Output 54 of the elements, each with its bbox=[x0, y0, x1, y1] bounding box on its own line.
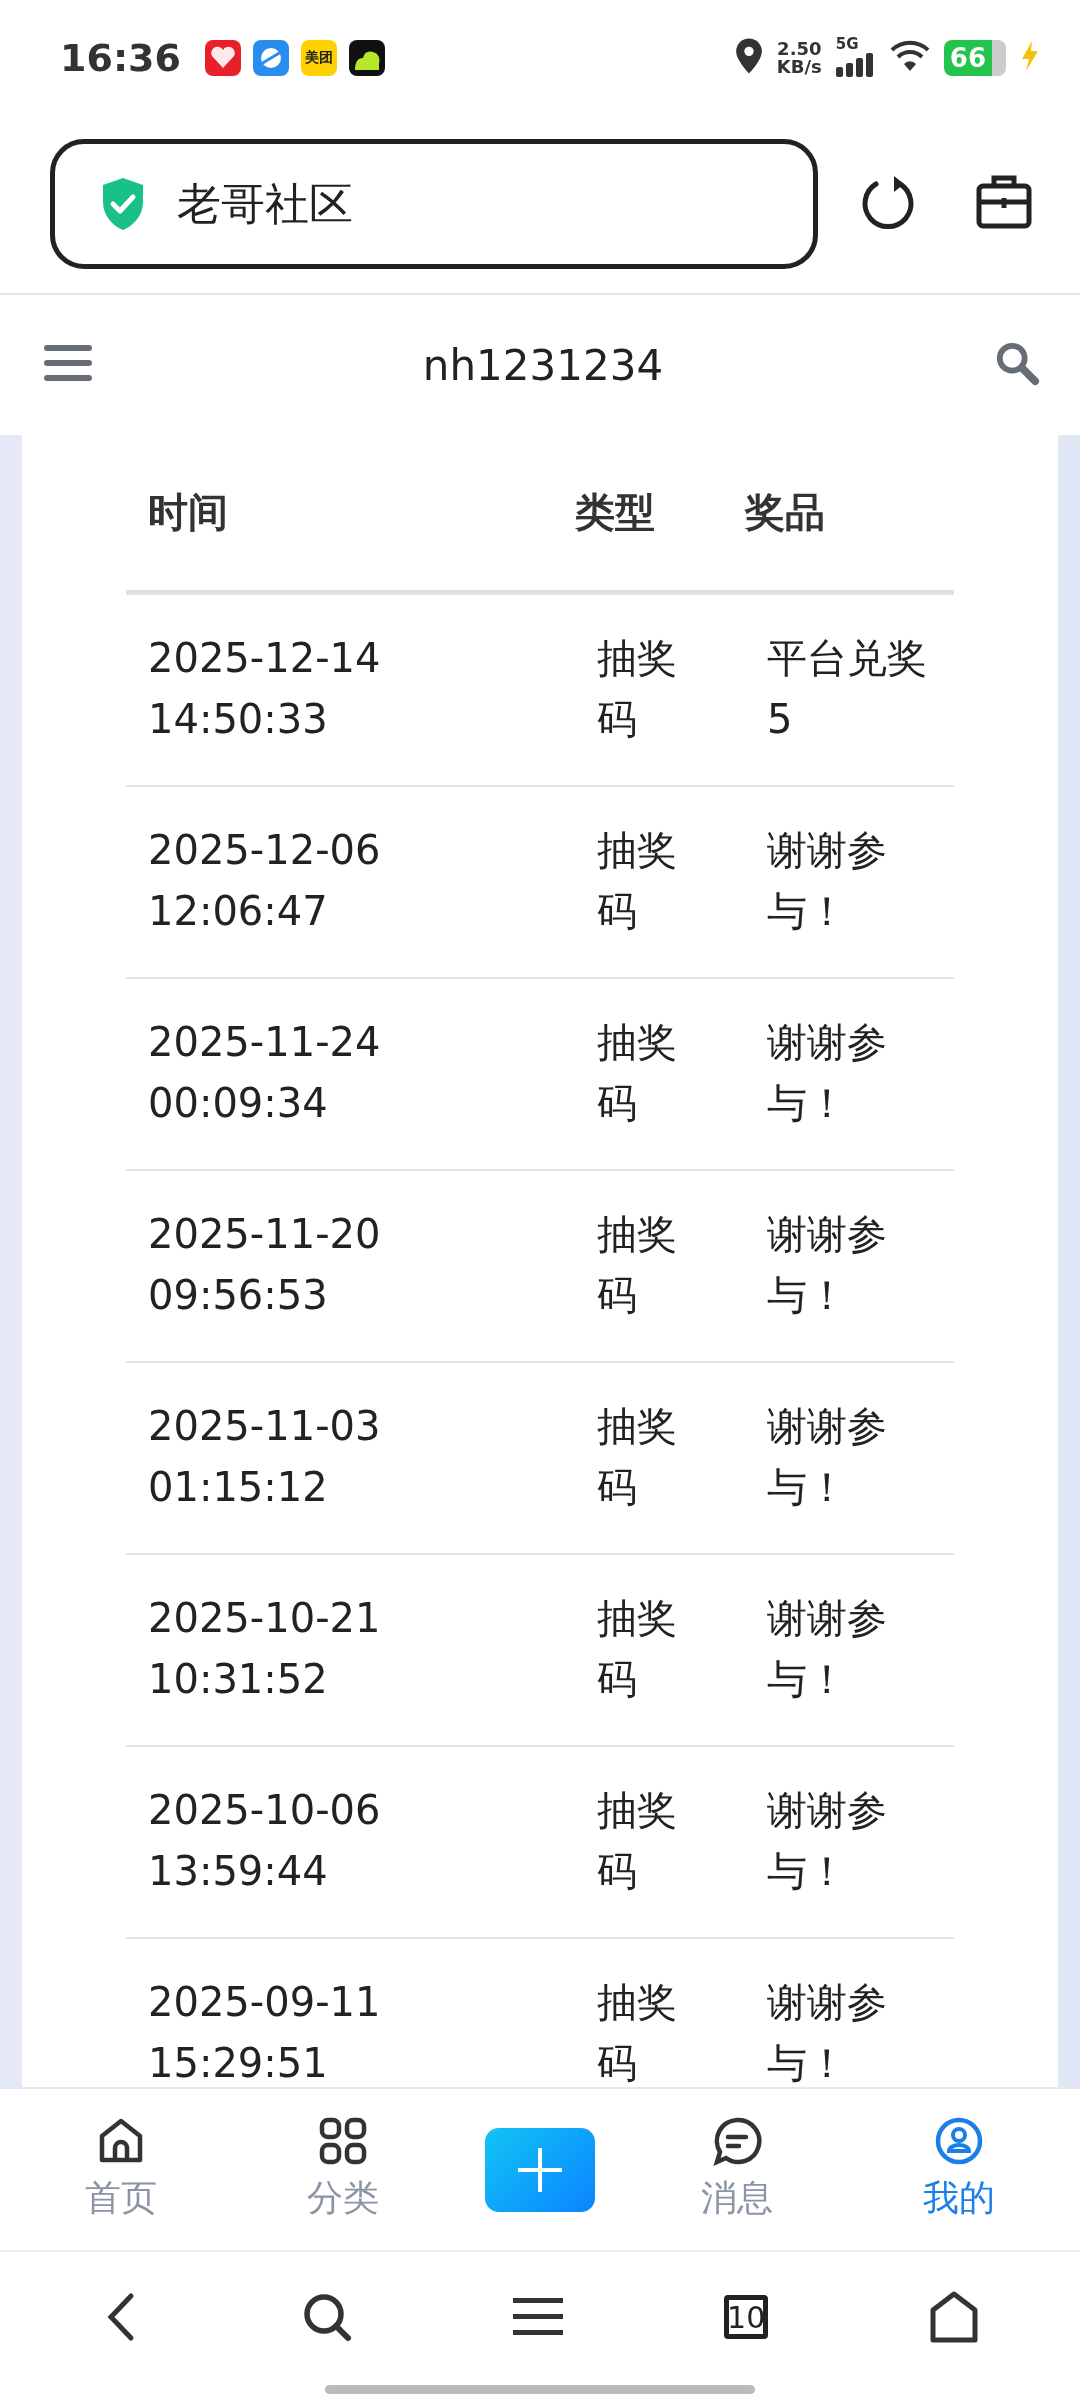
column-header: 类型 bbox=[575, 488, 656, 537]
time-cell-text: 2025-10-06 13:59:44 bbox=[147, 1786, 382, 1896]
nav-tab[interactable]: 分类 bbox=[263, 2116, 423, 2223]
cloud-app-icon bbox=[348, 39, 385, 76]
search-icon[interactable] bbox=[301, 2292, 352, 2342]
chat-bubble-icon bbox=[712, 2116, 762, 2166]
planet-app-icon bbox=[252, 39, 289, 76]
add-button[interactable] bbox=[485, 2127, 595, 2212]
type-cell-text: 抽奖码 bbox=[596, 1402, 678, 1512]
nav-tab[interactable]: 消息 bbox=[657, 2116, 817, 2223]
type-cell-text: 抽奖码 bbox=[596, 826, 678, 936]
menu-icon[interactable] bbox=[512, 2297, 563, 2337]
prize-cell-text: 谢谢参与！ bbox=[766, 1978, 888, 2087]
time-cell-text: 2025-12-06 12:06:47 bbox=[147, 826, 382, 936]
nav-tab[interactable]: 我的 bbox=[879, 2116, 1039, 2223]
home-icon[interactable] bbox=[929, 2290, 980, 2344]
time-cell-text: 2025-11-20 09:56:53 bbox=[147, 1210, 382, 1320]
location-icon bbox=[734, 37, 763, 74]
prize-cell-text: 谢谢参与！ bbox=[766, 1594, 888, 1704]
tab-count-button[interactable]: 10 bbox=[724, 2295, 769, 2339]
wifi-icon bbox=[889, 39, 930, 72]
time-cell-text: 2025-11-03 01:15:12 bbox=[147, 1402, 382, 1512]
page-title: nh1231234 bbox=[422, 340, 664, 390]
address-field[interactable]: 老哥社区 bbox=[50, 139, 818, 269]
type-cell-text: 抽奖码 bbox=[596, 1018, 678, 1128]
heart-app-icon bbox=[204, 39, 241, 76]
charging-icon bbox=[1020, 40, 1040, 71]
type-cell-text: 抽奖码 bbox=[596, 1594, 678, 1704]
speed-unit: KB/s bbox=[776, 57, 822, 76]
time-cell-text: 2025-11-24 00:09:34 bbox=[147, 1018, 382, 1128]
prize-cell-text: 谢谢参与！ bbox=[766, 1402, 888, 1512]
grid-icon bbox=[318, 2116, 368, 2166]
time-cell-text: 2025-09-11 15:29:51 bbox=[147, 1978, 382, 2087]
type-cell-text: 抽奖码 bbox=[596, 634, 678, 744]
clock: 16:36 bbox=[60, 35, 181, 80]
nav-tab[interactable]: 首页 bbox=[41, 2116, 201, 2223]
type-cell-text: 抽奖码 bbox=[596, 1210, 678, 1320]
user-circle-icon bbox=[934, 2116, 984, 2166]
type-cell-text: 抽奖码 bbox=[596, 1978, 678, 2087]
column-header: 奖品 bbox=[745, 488, 826, 537]
battery-indicator: 66 bbox=[943, 39, 1006, 76]
type-cell-text: 抽奖码 bbox=[596, 1786, 678, 1896]
prize-cell-text: 谢谢参与！ bbox=[766, 826, 888, 936]
signal-icon bbox=[835, 52, 876, 77]
column-header: 时间 bbox=[147, 488, 229, 537]
prize-cell-text: 谢谢参与！ bbox=[766, 1018, 888, 1128]
time-cell-text: 2025-12-14 14:50:33 bbox=[147, 634, 382, 744]
prize-cell-text: 平台兑奖5 bbox=[766, 634, 928, 744]
network-type: 5G bbox=[835, 34, 859, 53]
prize-cell-text: 谢谢参与！ bbox=[766, 1210, 888, 1320]
network-speed: 2.50 bbox=[777, 39, 822, 58]
time-cell-text: 2025-10-21 10:31:52 bbox=[147, 1594, 382, 1704]
prize-cell-text: 谢谢参与！ bbox=[766, 1786, 888, 1896]
app-icon: 美团 bbox=[300, 39, 337, 76]
